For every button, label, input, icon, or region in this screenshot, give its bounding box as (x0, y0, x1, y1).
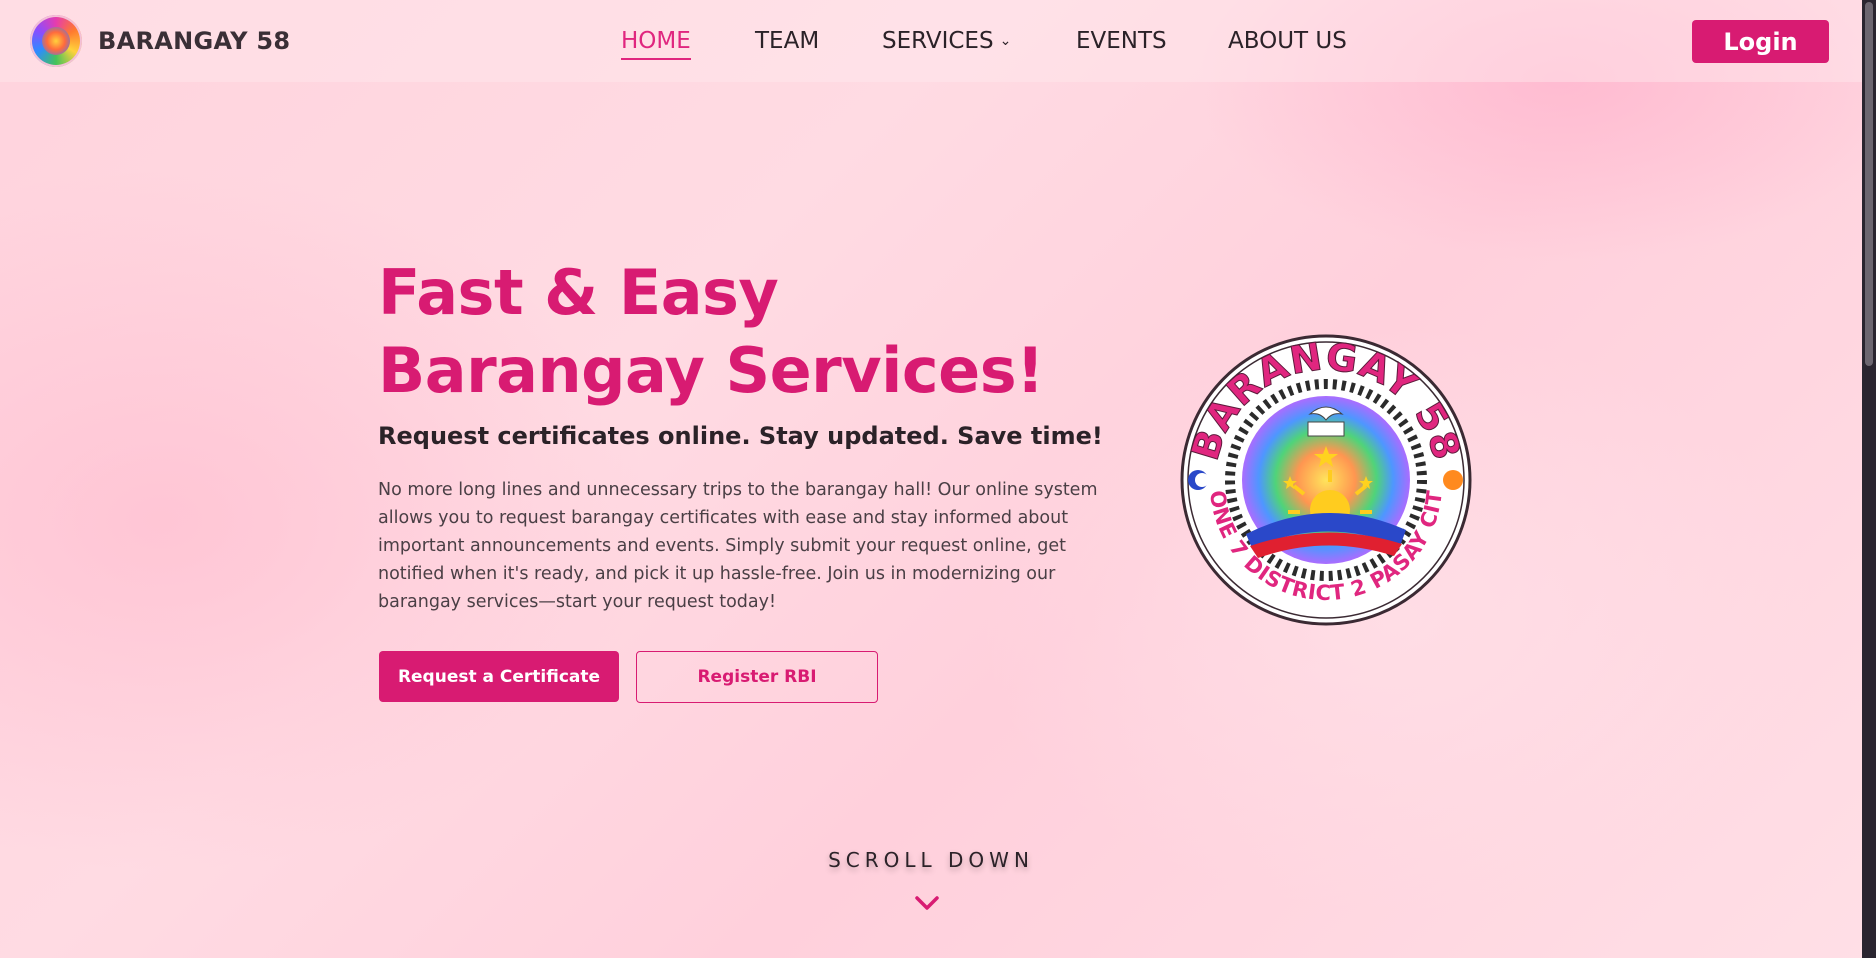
chevron-down-icon: ⌄ (999, 33, 1012, 49)
nav-item-home[interactable]: HOME (621, 26, 691, 60)
nav-item-services-label: SERVICES (882, 28, 994, 54)
scrollbar-thumb[interactable] (1865, 2, 1873, 366)
navbar: BARANGAY 58 HOME TEAM SERVICES ⌄ EVENTS A… (0, 0, 1862, 82)
hero-title-line-1: Fast & Easy (378, 256, 779, 329)
scrollbar[interactable] (1862, 0, 1876, 958)
hero-subtitle: Request certificates online. Stay update… (378, 422, 1103, 450)
main-nav: HOME TEAM SERVICES ⌄ EVENTS ABOUT US (0, 0, 1862, 82)
chevron-down-icon[interactable] (914, 895, 940, 911)
nav-item-events[interactable]: EVENTS (1076, 26, 1167, 56)
scroll-down-label: SCROLL DOWN (828, 848, 1034, 872)
nav-item-about-us[interactable]: ABOUT US (1228, 26, 1347, 56)
login-button[interactable]: Login (1692, 20, 1829, 63)
hero-description: No more long lines and unnecessary trips… (378, 480, 1098, 612)
hero-title-line-2: Barangay Services! (378, 334, 1044, 407)
barangay-58-seal: BARANGAY 58 ZONE 7 DISTRICT 2 PASAY CITY (1180, 334, 1472, 626)
nav-item-team[interactable]: TEAM (755, 26, 819, 56)
register-rbi-button[interactable]: Register RBI (636, 651, 878, 703)
request-certificate-button[interactable]: Request a Certificate (379, 651, 619, 702)
nav-item-services[interactable]: SERVICES ⌄ (882, 26, 1011, 56)
hero-title: Fast & Easy Barangay Services! (378, 254, 1044, 410)
